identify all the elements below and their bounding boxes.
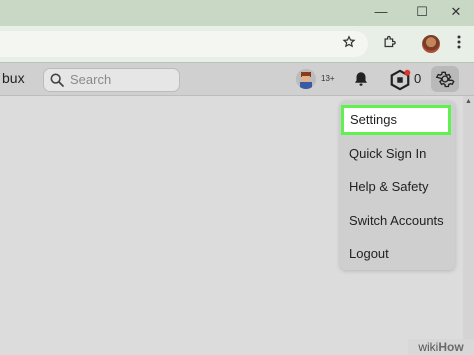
- watermark-suffix: How: [438, 340, 464, 354]
- window-titlebar: — ☐ ✕: [0, 0, 474, 26]
- maximize-button[interactable]: ☐: [413, 3, 431, 21]
- site-header: bux Search 13+ 0: [0, 63, 474, 96]
- settings-dropdown-menu: Settings Quick Sign In Help & Safety Swi…: [340, 101, 455, 270]
- menu-item-logout[interactable]: Logout: [340, 239, 455, 269]
- star-icon[interactable]: [339, 34, 359, 54]
- close-window-button[interactable]: ✕: [447, 3, 465, 21]
- age-badge: 13+: [321, 74, 335, 83]
- watermark-prefix: wiki: [418, 340, 439, 354]
- minimize-button[interactable]: —: [372, 3, 390, 21]
- wikihow-watermark: wikiHow: [408, 339, 474, 355]
- address-bar[interactable]: [0, 31, 368, 57]
- menu-item-quick-sign-in[interactable]: Quick Sign In: [340, 139, 455, 169]
- notifications-bell-icon[interactable]: [352, 70, 370, 88]
- robux-balance: 0: [414, 71, 422, 86]
- browser-toolbar: [0, 26, 474, 63]
- extensions-icon[interactable]: [379, 34, 399, 54]
- gear-icon: [435, 71, 455, 88]
- scroll-up-arrow-icon[interactable]: ▲: [465, 98, 472, 105]
- menu-item-help-safety[interactable]: Help & Safety: [340, 172, 455, 202]
- menu-item-settings[interactable]: Settings: [341, 105, 451, 135]
- page-scrollbar[interactable]: [463, 96, 474, 355]
- search-input[interactable]: Search: [43, 68, 180, 92]
- search-icon: [50, 73, 64, 87]
- menu-item-switch-accounts[interactable]: Switch Accounts: [340, 206, 455, 236]
- kebab-menu-icon[interactable]: [449, 34, 469, 54]
- search-placeholder: Search: [70, 72, 112, 87]
- user-avatar[interactable]: [296, 69, 316, 89]
- profile-avatar[interactable]: [422, 35, 440, 53]
- robux-nav-link[interactable]: bux: [2, 70, 25, 86]
- settings-gear-button[interactable]: [431, 66, 459, 92]
- robux-icon[interactable]: [389, 69, 411, 91]
